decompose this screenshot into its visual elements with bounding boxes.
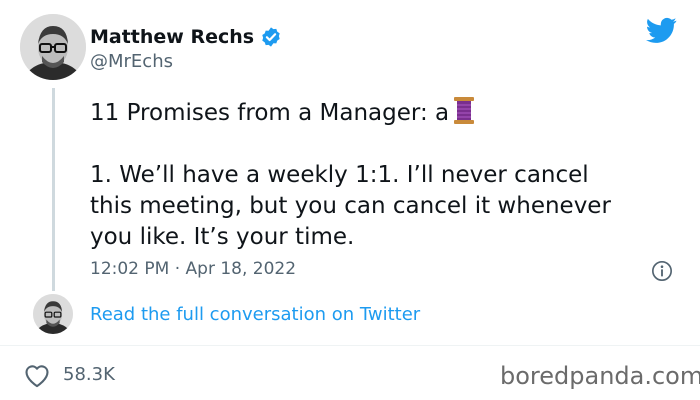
tweet-text: 11 Promises from a Manager: a 1. We’ll h…: [90, 96, 675, 253]
read-conversation-link[interactable]: Read the full conversation on Twitter: [90, 304, 420, 325]
tweet-body: 1. We’ll have a weekly 1:1. I’ll never c…: [90, 162, 611, 250]
author-avatar[interactable]: [20, 14, 86, 80]
boredpanda-watermark: boredpanda.com: [500, 362, 700, 390]
tweet-title-line: 11 Promises from a Manager: a: [90, 100, 450, 126]
conversation-avatar[interactable]: [33, 294, 73, 334]
verified-badge-icon: [262, 27, 280, 47]
author-name-row: Matthew Rechs: [90, 26, 282, 48]
author-name[interactable]: Matthew Rechs: [90, 26, 254, 48]
tweet-timestamp[interactable]: 12:02 PM · Apr 18, 2022: [90, 259, 296, 279]
info-icon[interactable]: [651, 260, 673, 282]
twitter-bird-icon[interactable]: [646, 17, 677, 44]
author-handle[interactable]: @MrEchs: [90, 51, 173, 72]
heart-icon[interactable]: [23, 362, 51, 388]
thread-connector-line: [52, 88, 55, 291]
footer-divider: [0, 345, 700, 346]
thread-spool-icon: [454, 97, 475, 124]
like-count[interactable]: 58.3K: [63, 364, 115, 385]
